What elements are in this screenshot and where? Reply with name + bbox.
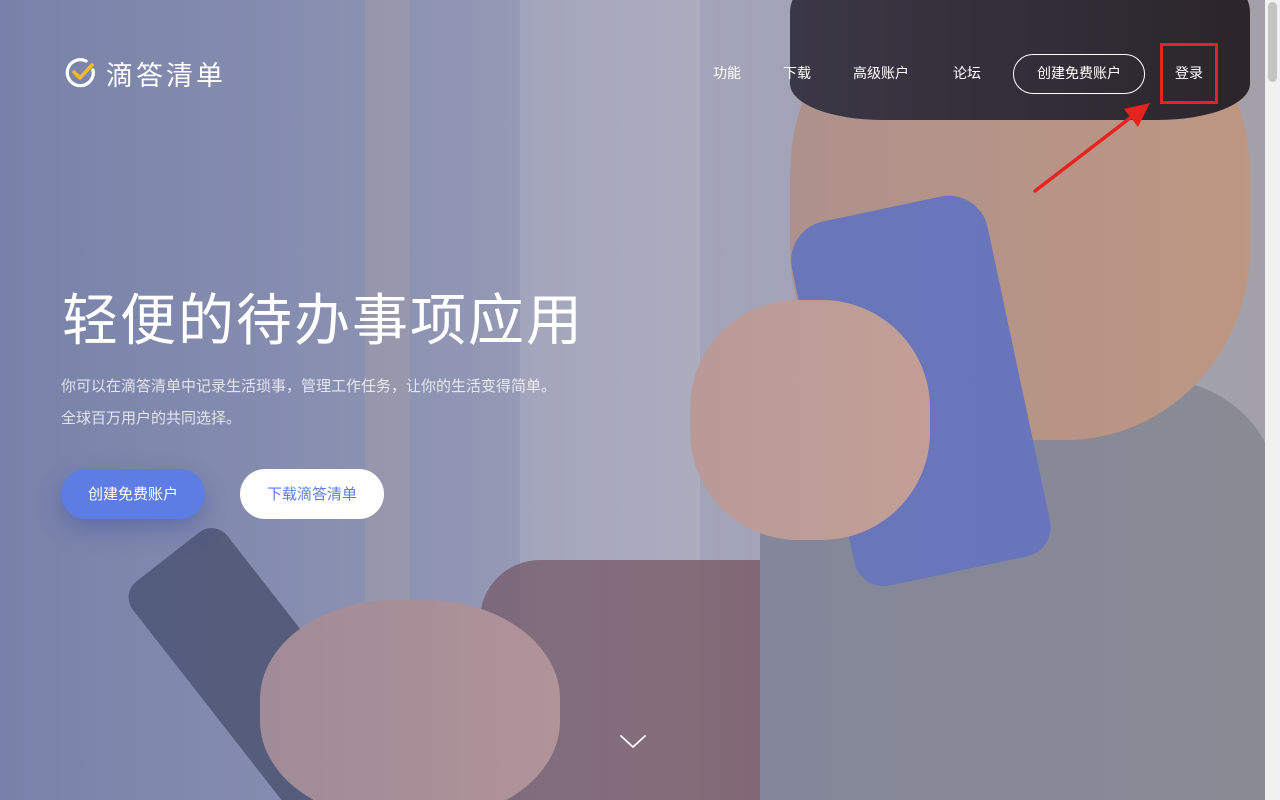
scrollbar-track[interactable] (1265, 0, 1280, 800)
download-app-button[interactable]: 下载滴答清单 (240, 469, 384, 519)
hero-headline: 轻便的待办事项应用 (62, 289, 584, 354)
logo[interactable]: 滴答清单 (64, 56, 226, 92)
create-account-nav-button[interactable]: 创建免费账户 (1013, 54, 1145, 94)
login-link[interactable]: 登录 (1175, 54, 1203, 94)
annotation-arrow-icon (1033, 103, 1150, 193)
nav-item-download[interactable]: 下载 (783, 54, 811, 94)
hero-subline-1: 你可以在滴答清单中记录生活琐事，管理工作任务，让你的生活变得简单。 (61, 377, 557, 395)
scrollbar-thumb[interactable] (1268, 2, 1277, 82)
nav-item-premium[interactable]: 高级账户 (853, 54, 909, 94)
logo-check-icon (65, 58, 95, 88)
chevron-down-icon[interactable] (620, 732, 646, 750)
nav-item-forum[interactable]: 论坛 (953, 54, 981, 94)
logo-text: 滴答清单 (106, 60, 226, 92)
hero-subline-2: 全球百万用户的共同选择。 (61, 409, 242, 427)
create-account-button[interactable]: 创建免费账户 (61, 469, 205, 519)
nav-item-features[interactable]: 功能 (713, 54, 741, 94)
